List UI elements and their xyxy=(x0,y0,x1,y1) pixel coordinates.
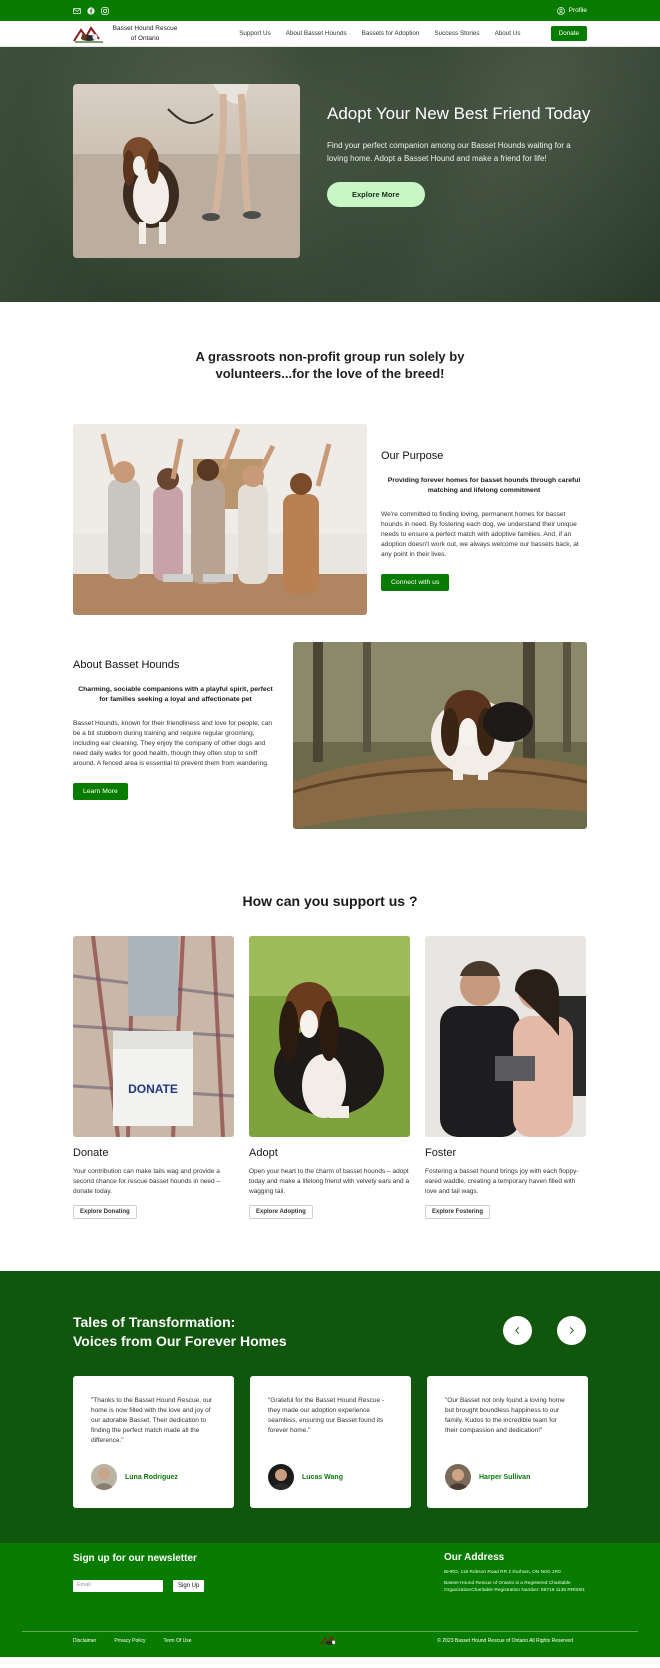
testimonial-author: Lucas Wang xyxy=(268,1464,343,1490)
footer-link-disclaimer[interactable]: Disclaimer xyxy=(73,1638,96,1644)
testimonial-author: Harper Sullivan xyxy=(445,1464,530,1490)
user-icon xyxy=(556,6,565,15)
logo-icon xyxy=(73,25,103,43)
adopt-photo xyxy=(249,936,410,1137)
hero-subtitle: Find your perfect companion among our Ba… xyxy=(327,141,571,163)
testimonials-section: Tales of Transformation: Voices from Our… xyxy=(0,1271,660,1543)
support-card-adopt: Adopt Open your heart to the charm of ba… xyxy=(249,936,410,1219)
testimonials-title-line1: Tales of Transformation: xyxy=(73,1314,236,1330)
nav-link-about-us[interactable]: About Us xyxy=(495,30,521,37)
adopt-text: Open your heart to the charm of basset h… xyxy=(249,1168,410,1195)
purpose-heading: Our Purpose xyxy=(381,450,444,462)
facebook-icon[interactable] xyxy=(87,6,95,15)
instagram-icon[interactable] xyxy=(101,6,109,15)
explore-adopting-button[interactable]: Explore Adopting xyxy=(249,1205,313,1219)
footer-link-term-of-use[interactable]: Term Of Use xyxy=(163,1638,191,1644)
support-card-donate: DONATE Donate Your contribution can make… xyxy=(73,936,234,1219)
charity-registration: Basset Hound Rescue of Ontario is a Regi… xyxy=(444,1581,585,1593)
next-testimonial-button[interactable] xyxy=(557,1316,586,1345)
foster-text: Fostering a basset hound brings joy with… xyxy=(425,1168,579,1195)
purpose-text: Our Purpose Providing forever homes for … xyxy=(381,450,587,591)
about-heading: About Basset Hounds xyxy=(73,659,180,671)
testimonial-name: Lucas Wang xyxy=(302,1473,343,1481)
testimonial-quote: "Thanks to the Basset Hound Rescue, our … xyxy=(91,1397,213,1444)
testimonial-quote: "Grateful for the Basset Hound Rescue - … xyxy=(268,1397,385,1434)
hero-photo xyxy=(73,84,300,258)
testimonial-card: "Our Basset not only found a loving home… xyxy=(427,1376,588,1508)
about-text: About Basset Hounds Charming, sociable c… xyxy=(73,659,278,800)
footer-logo-icon xyxy=(320,1635,337,1646)
main-nav: Basset Hound Rescue of Ontario Support U… xyxy=(0,21,660,47)
newsletter-heading: Sign up for our newsletter xyxy=(73,1553,197,1564)
foster-photo xyxy=(425,936,586,1137)
footer: Sign up for our newsletter Email Sign Up… xyxy=(0,1543,660,1657)
nav-link-support-us[interactable]: Support Us xyxy=(239,30,271,37)
adopt-title: Adopt xyxy=(249,1147,278,1159)
volunteers-photo xyxy=(73,424,367,615)
about-section: About Basset Hounds Charming, sociable c… xyxy=(0,642,660,872)
mail-icon[interactable] xyxy=(73,7,81,15)
explore-donating-button[interactable]: Explore Donating xyxy=(73,1205,137,1219)
testimonial-cards: "Thanks to the Basset Hound Rescue, our … xyxy=(73,1376,588,1508)
brand[interactable]: Basset Hound Rescue of Ontario xyxy=(73,24,179,44)
hero-title: Adopt Your New Best Friend Today xyxy=(327,104,591,123)
testimonials-title-line2: Voices from Our Forever Homes xyxy=(73,1333,287,1349)
explore-more-button[interactable]: Explore More xyxy=(327,182,425,207)
sign-up-button[interactable]: Sign Up xyxy=(173,1580,205,1592)
about-lead: Charming, sociable companions with a pla… xyxy=(78,686,273,703)
testimonial-card: "Thanks to the Basset Hound Rescue, our … xyxy=(73,1376,234,1508)
email-input[interactable]: Email xyxy=(73,1580,163,1592)
donate-photo: DONATE xyxy=(73,936,234,1137)
top-bar: Profile xyxy=(0,0,660,21)
purpose-body: We're committed to finding loving, perma… xyxy=(381,511,579,558)
nav-link-about-basset-hounds[interactable]: About Basset Hounds xyxy=(286,30,347,37)
donate-title: Donate xyxy=(73,1147,109,1159)
profile-label: Profile xyxy=(568,7,587,14)
testimonial-card: "Grateful for the Basset Hound Rescue - … xyxy=(250,1376,411,1508)
donate-box-label: DONATE xyxy=(128,1082,178,1096)
testimonial-name: Harper Sullivan xyxy=(479,1473,531,1481)
testimonial-author: Luna Rodriguez xyxy=(91,1464,178,1490)
donate-button[interactable]: Donate xyxy=(550,26,587,41)
connect-with-us-button[interactable]: Connect with us xyxy=(381,574,450,591)
foster-title: Foster xyxy=(425,1147,457,1159)
mission-statement: A grassroots non-profit group run solely… xyxy=(195,349,465,381)
address-line: BHRO, 118 Robson Road RR 2 Durham, ON N0… xyxy=(444,1570,561,1575)
testimonials-title: Tales of Transformation: Voices from Our… xyxy=(73,1313,287,1351)
donate-text: Your contribution can make tails wag and… xyxy=(73,1168,221,1195)
address-heading: Our Address xyxy=(444,1552,505,1563)
chevron-right-icon xyxy=(569,1327,574,1334)
testimonial-name: Luna Rodriguez xyxy=(125,1473,178,1481)
social-links xyxy=(73,6,109,15)
profile-link[interactable]: Profile xyxy=(556,6,587,15)
basset-on-log-photo xyxy=(293,642,587,829)
hero-text: Adopt Your New Best Friend Today Find yo… xyxy=(327,102,592,207)
avatar xyxy=(445,1464,471,1490)
avatar xyxy=(268,1464,294,1490)
support-cards: DONATE Donate Your contribution can make… xyxy=(0,936,660,1219)
brand-name: Basset Hound Rescue of Ontario xyxy=(112,24,178,42)
testimonial-quote: "Our Basset not only found a loving home… xyxy=(445,1397,565,1434)
hero-section: Adopt Your New Best Friend Today Find yo… xyxy=(0,47,660,302)
nav-link-success-stories[interactable]: Success Stories xyxy=(434,30,479,37)
about-body: Basset Hounds, known for their friendlin… xyxy=(73,720,273,767)
copyright: © 2023 Basset Hound Rescue of Ontario Al… xyxy=(437,1638,573,1644)
explore-fostering-button[interactable]: Explore Fostering xyxy=(425,1205,491,1219)
nav-links: Support Us About Basset Hounds Bassets f… xyxy=(239,30,520,37)
footer-link-privacy-policy[interactable]: Privacy Policy xyxy=(114,1638,145,1644)
newsletter-form: Email Sign Up xyxy=(73,1580,205,1592)
footer-links: Disclaimer Privacy Policy Term Of Use xyxy=(73,1638,192,1644)
footer-divider xyxy=(22,1631,638,1632)
avatar xyxy=(91,1464,117,1490)
purpose-lead: Providing forever homes for basset hound… xyxy=(387,477,581,494)
support-card-foster: Foster Fostering a basset hound brings j… xyxy=(425,936,586,1219)
purpose-section: Our Purpose Providing forever homes for … xyxy=(0,382,660,642)
chevron-left-icon xyxy=(515,1327,520,1334)
support-title: How can you support us ? xyxy=(242,893,418,909)
prev-testimonial-button[interactable] xyxy=(503,1316,532,1345)
nav-link-bassets-for-adoption[interactable]: Bassets for Adoption xyxy=(362,30,420,37)
learn-more-button[interactable]: Learn More xyxy=(73,783,128,800)
